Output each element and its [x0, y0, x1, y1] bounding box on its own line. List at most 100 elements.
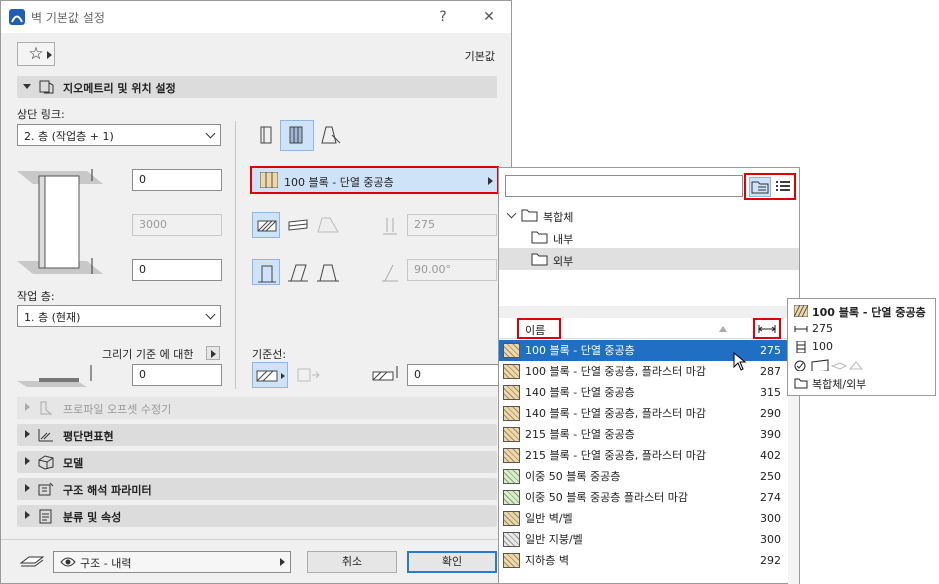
ok-button[interactable]: 확인: [407, 551, 497, 573]
section-geometry[interactable]: 지오메트리 및 위치 설정: [17, 76, 497, 98]
section-model[interactable]: 모델: [17, 451, 497, 473]
top-link-select[interactable]: 2. 층 (작업층 + 1): [17, 124, 221, 146]
tooltip-thickness: 275: [812, 322, 833, 335]
bottom-offset-field[interactable]: 0: [132, 259, 222, 281]
list-item[interactable]: 100 블록 - 단열 중공층 275: [499, 340, 799, 361]
straight-wall-shape-icon: [258, 265, 276, 283]
list-item-thickness: 274: [760, 491, 781, 504]
folder-icon: [794, 378, 808, 389]
structure-profile-button: [314, 212, 342, 238]
search-input[interactable]: [505, 175, 743, 197]
structure-composite-button[interactable]: [284, 212, 312, 238]
composite-list: 100 블록 - 단열 중공층 275 100 블록 - 단열 중공층, 플라스터 …: [499, 340, 799, 584]
archicad-logo-icon: [9, 9, 25, 25]
double-slanted-wall-icon: [317, 264, 339, 282]
structure-basic-button[interactable]: [252, 212, 280, 238]
footer-divider: [1, 539, 511, 540]
list-item[interactable]: 일반 지붕/벨 300: [499, 529, 799, 550]
help-button[interactable]: ?: [429, 5, 457, 29]
section-structural-analysis[interactable]: 구조 해석 파라미터: [17, 478, 497, 500]
flip-reference-button: [294, 362, 322, 388]
divider: [235, 121, 236, 389]
splitter[interactable]: [499, 306, 799, 318]
section-title: 모델: [63, 457, 84, 470]
close-button[interactable]: ✕: [475, 5, 503, 29]
composite-swatch-icon: [503, 511, 520, 526]
list-item-name: 100 블록 - 단열 중공층: [525, 344, 635, 357]
mouse-cursor-icon: [733, 352, 747, 371]
list-item[interactable]: 140 블록 - 단열 중공층, 플라스터 마감 290: [499, 403, 799, 424]
angle-field: 90.00°: [407, 259, 497, 281]
tree-node-composites[interactable]: 복합체: [499, 204, 799, 226]
wall-double-slanted-button[interactable]: [314, 259, 342, 285]
draw-reference-field[interactable]: 0: [132, 364, 222, 386]
straight-wall-button[interactable]: [252, 122, 280, 148]
tree-node-interior[interactable]: 내부: [499, 226, 799, 248]
section-title: 지오메트리 및 위치 설정: [63, 82, 176, 95]
list-item[interactable]: 140 블록 - 단열 중공층 315: [499, 382, 799, 403]
profile-offset-icon: [40, 401, 53, 415]
home-story-select[interactable]: 1. 층 (현재): [17, 305, 221, 327]
list-item-name: 215 블록 - 단열 중공층: [525, 428, 635, 441]
chevron-right-icon: [25, 403, 30, 411]
section-profile-offset: 프로파일 오프셋 수정기: [17, 397, 497, 419]
section-floor-plan[interactable]: 평단면표현: [17, 424, 497, 446]
home-story-value: 1. 층 (현재): [24, 311, 81, 324]
section-classification[interactable]: 분류 및 속성: [17, 505, 497, 527]
draw-reference-toggle[interactable]: [206, 346, 220, 360]
list-item[interactable]: 이중 50 블록 중공층 250: [499, 466, 799, 487]
thickness-icon: [794, 326, 808, 332]
list-item-name: 이중 50 블록 중공층: [525, 470, 621, 483]
chevron-right-icon: [25, 511, 30, 519]
polygonal-wall-button[interactable]: [316, 122, 344, 148]
window-title: 벽 기본값 설정: [31, 11, 105, 25]
wall-default-settings-dialog: 벽 기본값 설정 ? ✕ ☆ 기본값 지오메트리 및 위치 설정 상단 링크: …: [0, 0, 512, 584]
slanted-wall-icon: [288, 264, 308, 282]
wall-slanted-button[interactable]: [284, 259, 312, 285]
structure-view-selector[interactable]: 구조 - 내력: [53, 551, 291, 573]
composite-swatch-icon: [794, 305, 808, 317]
composite-tooltip: 100 블록 - 단열 중공층 275 100 복합체/외부: [787, 298, 936, 396]
composite-swatch-icon: [503, 448, 520, 463]
reference-offset-field[interactable]: 0: [407, 364, 501, 386]
composite-pattern-icon: [288, 219, 308, 231]
list-item-thickness: 292: [760, 554, 781, 567]
draw-reference-label: 그리기 기준 에 대한: [102, 348, 194, 361]
list-header: 이름: [499, 318, 799, 339]
list-item[interactable]: 지하층 벽 292: [499, 550, 799, 571]
wall-straight-button[interactable]: [252, 259, 280, 285]
column-thickness-header[interactable]: [753, 318, 781, 339]
hatch-pattern-icon: [257, 220, 277, 232]
reference-plane-icon: [17, 365, 92, 387]
list-item-name: 215 블록 - 단열 중공층, 플라스터 마감: [525, 449, 706, 462]
section-title: 프로파일 오프셋 수정기: [63, 403, 172, 416]
eye-icon: [60, 557, 76, 567]
composite-swatch-icon: [503, 364, 520, 379]
list-item[interactable]: 100 블록 - 단열 중공층, 플라스터 마감 287: [499, 361, 799, 382]
list-item[interactable]: 215 블록 - 단열 중공층, 플라스터 마감 402: [499, 445, 799, 466]
reference-line-button[interactable]: [252, 362, 288, 388]
straight-wall-icon: [260, 126, 272, 144]
profile-icon: [317, 217, 339, 233]
list-item[interactable]: 이중 50 블록 중공층 플라스터 마감 274: [499, 487, 799, 508]
list-item[interactable]: 일반 벽/벨 300: [499, 508, 799, 529]
tree-node-exterior[interactable]: 외부: [499, 248, 799, 270]
composite-swatch-icon: [503, 427, 520, 442]
chevron-down-icon: [23, 84, 31, 89]
list-item[interactable]: 215 블록 - 단열 중공층 390: [499, 424, 799, 445]
column-name-header[interactable]: 이름: [517, 318, 561, 339]
trapezoid-wall-button[interactable]: [280, 120, 314, 151]
composite-selector[interactable]: 100 블록 - 단열 중공층: [250, 166, 499, 194]
chevron-right-icon: [211, 350, 216, 358]
list-item-thickness: 250: [760, 470, 781, 483]
model-icon: [38, 455, 54, 470]
top-offset-field[interactable]: 0: [132, 169, 222, 191]
list-item-thickness: 300: [760, 533, 781, 546]
folder-view-button[interactable]: [749, 177, 771, 197]
composite-swatch-icon: [503, 385, 520, 400]
favorites-button[interactable]: ☆: [17, 42, 55, 66]
cancel-button[interactable]: 취소: [307, 551, 397, 573]
floor-plan-icon: [38, 429, 53, 442]
list-view-button[interactable]: [773, 177, 795, 197]
list-item-thickness: 275: [760, 344, 781, 357]
